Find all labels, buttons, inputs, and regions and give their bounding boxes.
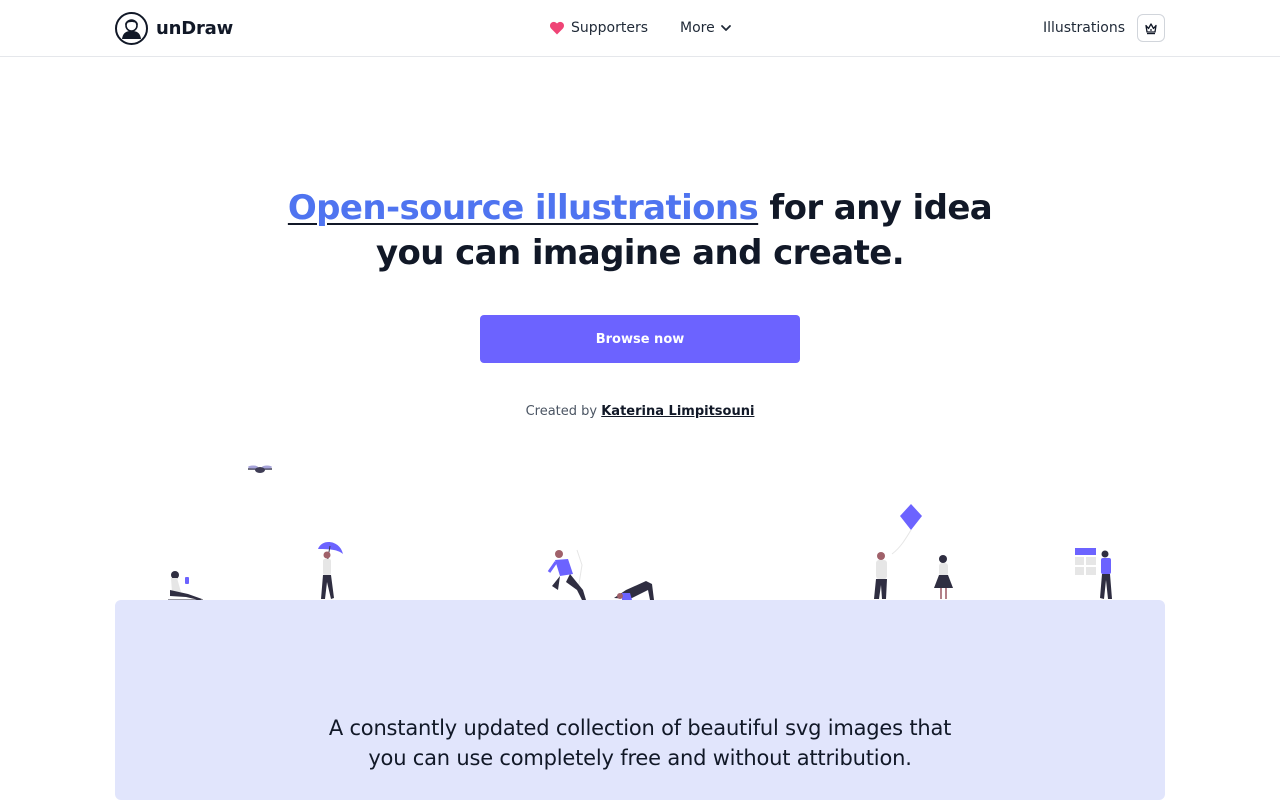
hero-title: Open-source illustrations for any idea yo… — [240, 186, 1040, 276]
credit-prefix: Created by — [525, 404, 602, 419]
yoga-person-figure — [612, 581, 658, 602]
nav-supporters[interactable]: Supporters — [549, 20, 648, 36]
site-header: unDraw Supporters More Illustrations — [0, 0, 1280, 57]
hero-title-accent[interactable]: Open-source illustrations — [288, 188, 759, 228]
nav-more-dropdown[interactable]: More — [680, 20, 732, 36]
panel-line-2: you can use completely free and without … — [368, 746, 912, 770]
creator-credit: Created by Katerina Limpitsouni — [340, 404, 940, 419]
logo-avatar-icon — [115, 12, 148, 45]
panel-description: A constantly updated collection of beaut… — [240, 713, 1040, 773]
board-person-figure — [1075, 548, 1112, 599]
standing-woman-figure — [934, 555, 953, 599]
main-nav: Supporters More — [549, 18, 732, 38]
browse-now-button[interactable]: Browse now — [480, 315, 800, 363]
hero-illustration-scene — [168, 465, 1112, 602]
author-link[interactable]: Katerina Limpitsouni — [601, 404, 754, 419]
hero-title-line-2: you can imagine and create. — [375, 233, 905, 273]
crown-icon — [1145, 23, 1157, 35]
brand-name: unDraw — [156, 18, 234, 39]
nav-more-label: More — [680, 20, 715, 36]
kite-person-figure — [874, 504, 922, 599]
nav-illustrations[interactable]: Illustrations — [1043, 20, 1125, 36]
sitting-person-figure — [168, 571, 203, 601]
hero-title-rest: for any idea — [758, 188, 993, 228]
brand-logo-link[interactable]: unDraw — [115, 12, 233, 45]
drone-figure — [248, 465, 272, 473]
heart-icon — [550, 21, 564, 35]
header-actions: Illustrations — [1043, 14, 1165, 42]
nav-supporters-label: Supporters — [571, 20, 649, 36]
chevron-down-icon — [720, 25, 731, 31]
premium-crown-button[interactable] — [1137, 14, 1165, 42]
umbrella-person-figure — [318, 541, 343, 599]
panel-line-1: A constantly updated collection of beaut… — [328, 716, 952, 740]
running-person-figure — [547, 549, 586, 600]
